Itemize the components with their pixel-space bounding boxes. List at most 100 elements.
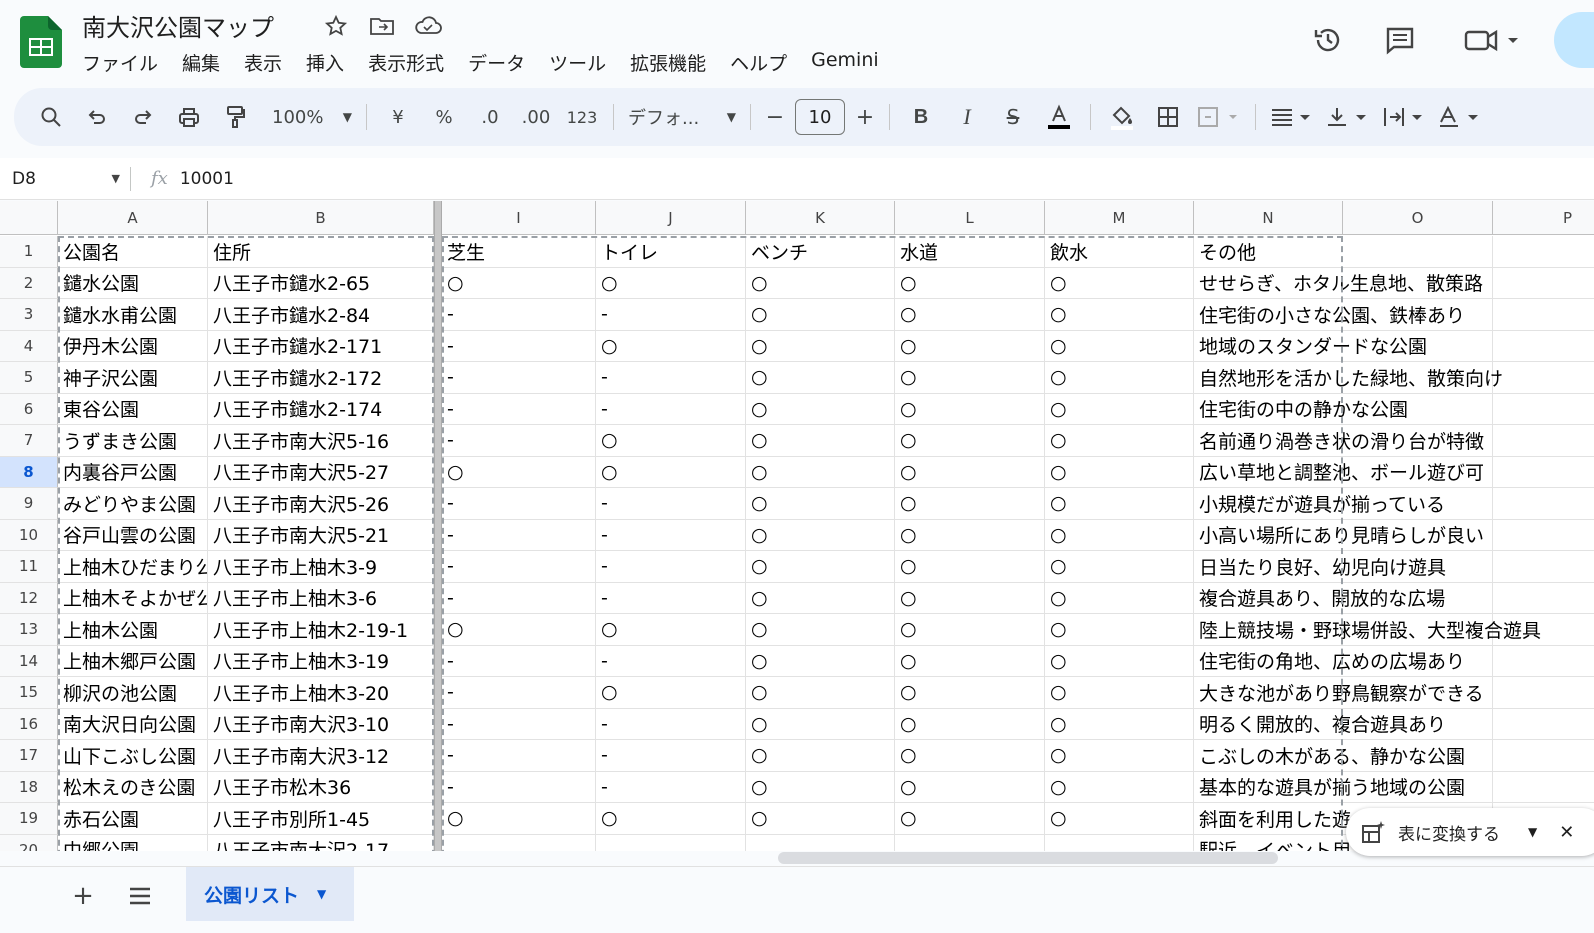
table-cell[interactable]: 八王子市上柚木3-6 <box>208 582 434 614</box>
table-cell[interactable] <box>1493 362 1594 394</box>
text-wrap-icon[interactable] <box>1376 97 1432 137</box>
table-cell[interactable]: ○ <box>596 803 746 835</box>
table-cell[interactable]: 赤石公園 <box>58 803 208 835</box>
table-cell[interactable]: ○ <box>1045 425 1194 457</box>
menu-help[interactable]: ヘルプ <box>730 49 787 76</box>
strikethrough-icon[interactable]: S <box>990 97 1036 137</box>
menu-format[interactable]: 表示形式 <box>368 49 444 76</box>
table-cell[interactable]: 公園名 <box>58 236 208 268</box>
zoom-select[interactable]: 100% ▼ <box>266 97 358 137</box>
table-cell[interactable]: 谷戸山雲の公園 <box>58 519 208 551</box>
currency-format-button[interactable]: ¥ <box>375 97 421 137</box>
table-cell[interactable]: ○ <box>1045 771 1194 803</box>
table-cell[interactable]: - <box>596 771 746 803</box>
table-cell[interactable]: ○ <box>895 582 1045 614</box>
table-cell[interactable] <box>1493 740 1594 772</box>
table-cell[interactable]: ○ <box>1045 299 1194 331</box>
table-cell[interactable] <box>1493 551 1594 583</box>
table-cell[interactable]: ○ <box>746 488 895 520</box>
table-cell[interactable]: ○ <box>596 425 746 457</box>
table-cell[interactable]: 八王子市上柚木3-9 <box>208 551 434 583</box>
table-cell[interactable]: ○ <box>895 267 1045 299</box>
table-cell[interactable]: ○ <box>895 299 1045 331</box>
table-cell[interactable]: 小規模だが遊具が揃っている <box>1194 488 1445 520</box>
table-cell[interactable]: - <box>442 740 596 772</box>
table-cell[interactable]: - <box>596 299 746 331</box>
row-header[interactable]: 15 <box>0 677 58 709</box>
table-cell[interactable]: ○ <box>746 456 895 488</box>
table-cell[interactable]: 上柚木郷戸公園 <box>58 645 208 677</box>
table-cell[interactable]: ○ <box>746 803 895 835</box>
table-cell[interactable]: - <box>442 519 596 551</box>
menu-file[interactable]: ファイル <box>82 49 158 76</box>
close-icon[interactable]: ✕ <box>1559 822 1574 843</box>
table-cell[interactable]: ○ <box>746 708 895 740</box>
decrease-decimal-button[interactable]: .0 <box>467 97 513 137</box>
meet-video-icon[interactable] <box>1460 18 1524 62</box>
row-header[interactable]: 10 <box>0 519 58 551</box>
menu-data[interactable]: データ <box>468 49 525 76</box>
table-cell[interactable]: ○ <box>895 645 1045 677</box>
table-cell[interactable]: 基本的な遊具が揃う地域の公園 <box>1194 772 1465 803</box>
table-cell[interactable]: 名前通り渦巻き状の滑り台が特徴 <box>1194 425 1484 457</box>
menu-insert[interactable]: 挿入 <box>306 49 344 76</box>
horizontal-scrollbar[interactable] <box>778 852 1278 864</box>
convert-to-table-chip[interactable]: 表に変換する ▼ ✕ <box>1346 808 1594 856</box>
table-cell[interactable]: ○ <box>895 362 1045 394</box>
table-cell[interactable]: - <box>442 677 596 709</box>
text-rotation-icon[interactable] <box>1432 97 1488 137</box>
row-header[interactable]: 7 <box>0 425 58 457</box>
table-cell[interactable]: こぶしの木がある、静かな公園 <box>1194 740 1465 772</box>
table-cell[interactable]: 明るく開放的、複合遊具あり <box>1194 709 1446 740</box>
table-cell[interactable]: ○ <box>596 677 746 709</box>
table-cell[interactable]: - <box>596 362 746 394</box>
row-header[interactable]: 2 <box>0 267 58 299</box>
table-cell[interactable]: ○ <box>895 677 1045 709</box>
table-cell[interactable]: ○ <box>746 551 895 583</box>
table-cell[interactable] <box>895 834 1045 851</box>
undo-icon[interactable] <box>74 97 120 137</box>
column-header[interactable]: N <box>1194 201 1343 235</box>
table-cell[interactable]: - <box>442 771 596 803</box>
table-cell[interactable]: ○ <box>895 740 1045 772</box>
table-cell[interactable]: - <box>596 519 746 551</box>
table-cell[interactable]: 住宅街の角地、広めの広場あり <box>1194 646 1465 677</box>
comments-icon[interactable] <box>1378 18 1422 62</box>
table-cell[interactable]: ○ <box>895 614 1045 646</box>
row-header[interactable]: 12 <box>0 582 58 614</box>
table-cell[interactable]: 八王子市松木36 <box>208 771 434 803</box>
table-cell[interactable]: ○ <box>746 582 895 614</box>
column-header[interactable]: J <box>596 201 746 235</box>
borders-icon[interactable] <box>1145 97 1191 137</box>
print-icon[interactable] <box>166 97 212 137</box>
table-cell[interactable] <box>1493 520 1594 551</box>
table-cell[interactable]: 芝生 <box>442 236 596 268</box>
row-header[interactable]: 14 <box>0 645 58 677</box>
column-header[interactable]: P <box>1493 201 1594 235</box>
table-cell[interactable]: 複合遊具あり、開放的な広場 <box>1194 583 1445 614</box>
table-cell[interactable] <box>1493 772 1594 803</box>
text-color-icon[interactable] <box>1036 97 1082 137</box>
table-cell[interactable]: 八王子市南大沢5-27 <box>208 456 434 488</box>
italic-icon[interactable]: I <box>944 97 990 137</box>
table-cell[interactable] <box>1493 646 1594 677</box>
table-cell[interactable]: - <box>596 488 746 520</box>
table-cell[interactable] <box>1045 834 1194 851</box>
table-cell[interactable]: ○ <box>1045 803 1194 835</box>
table-cell[interactable]: 上柚木公園 <box>58 614 208 646</box>
table-cell[interactable]: 八王子市南大沢5-26 <box>208 488 434 520</box>
menu-extensions[interactable]: 拡張機能 <box>630 49 706 76</box>
table-cell[interactable]: ○ <box>442 456 596 488</box>
table-cell[interactable] <box>442 834 596 851</box>
table-cell[interactable]: ○ <box>895 519 1045 551</box>
table-cell[interactable]: 伊丹木公園 <box>58 330 208 362</box>
table-cell[interactable]: ○ <box>1045 740 1194 772</box>
table-cell[interactable]: ○ <box>895 330 1045 362</box>
vertical-align-icon[interactable] <box>1320 97 1376 137</box>
table-cell[interactable]: 八王子市南大沢3-12 <box>208 740 434 772</box>
row-header[interactable]: 13 <box>0 614 58 646</box>
table-cell[interactable]: 八王子市南大沢5-16 <box>208 425 434 457</box>
table-cell[interactable]: 陸上競技場・野球場併設、大型複合遊具 <box>1194 614 1541 646</box>
table-cell[interactable]: 住所 <box>208 236 434 268</box>
table-cell[interactable]: トイレ <box>596 236 746 268</box>
